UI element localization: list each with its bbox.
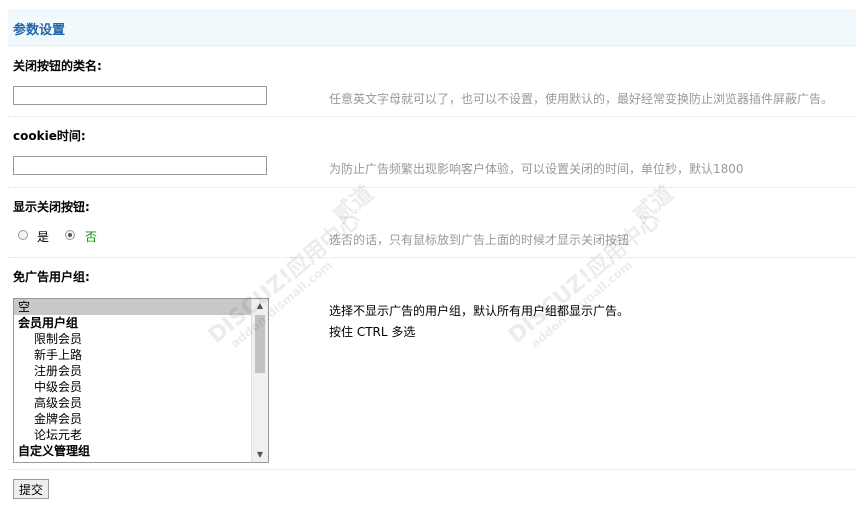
list-item[interactable]: 新手上路 [14,347,252,363]
watermark-mark: 贰道 [628,181,679,229]
show-close-label: 显示关闭按钮: [13,200,90,214]
list-item[interactable]: 论坛元老 [14,427,252,443]
listbox-scrollbar[interactable]: ▲ ▼ [251,299,268,462]
list-item[interactable]: 空 [14,299,252,315]
cookie-time-input[interactable] [13,156,267,175]
watermark-text: DISCUZ!应用中心 [503,207,666,349]
scroll-thumb[interactable] [255,315,265,373]
show-close-no-label[interactable]: 否 [85,228,97,245]
divider [8,187,856,188]
list-item[interactable]: 金牌会员 [14,411,252,427]
list-item: 会员用户组 [18,316,79,330]
list-item[interactable]: 中级会员 [14,379,252,395]
scroll-down-icon[interactable]: ▼ [252,448,268,462]
list-item[interactable]: 高级会员 [14,395,252,411]
divider [8,116,856,117]
close-class-label: 关闭按钮的类名: [13,59,102,73]
ad-free-groups-desc: 选择不显示广告的用户组，默认所有用户组都显示广告。 [329,304,630,318]
divider [8,469,856,470]
show-close-no-radio[interactable] [65,230,75,240]
settings-header: 参数设置 [8,9,856,46]
watermark: 贰道 [625,177,679,230]
watermark: DISCUZ!应用中心 [500,203,666,350]
close-class-tip: 任意英文字母就可以了，也可以不设置，使用默认的，最好经常变换防止浏览器插件屏蔽广… [329,92,834,106]
watermark: 贰道 [325,177,379,230]
watermark-mark: 贰道 [328,181,379,229]
show-close-tip: 选否的话，只有鼠标放到广告上面的时候才显示关闭按钮 [329,233,630,247]
ad-free-groups-label: 免广告用户组: [13,270,90,284]
cookie-time-tip: 为防止广告频繁出现影响客户体验，可以设置关闭的时间，单位秒，默认1800 [329,162,744,176]
submit-button[interactable]: 提交 [13,479,50,499]
ad-free-groups-hint: 按住 CTRL 多选 [329,325,416,339]
page-title: 参数设置 [13,23,66,38]
list-item[interactable]: 注册会员 [14,363,252,379]
cookie-time-label: cookie时间: [13,129,86,143]
close-class-input[interactable] [13,86,267,105]
show-close-yes-radio[interactable] [18,230,28,240]
list-item[interactable]: 限制会员 [14,331,252,347]
divider [8,257,856,258]
show-close-yes-label[interactable]: 是 [37,228,49,245]
scroll-up-icon[interactable]: ▲ [252,299,268,313]
user-group-listbox[interactable]: 空 会员用户组 限制会员 新手上路 注册会员 中级会员 高级会员 金牌会员 论坛… [13,298,269,463]
list-item: 自定义管理组 [18,444,91,458]
